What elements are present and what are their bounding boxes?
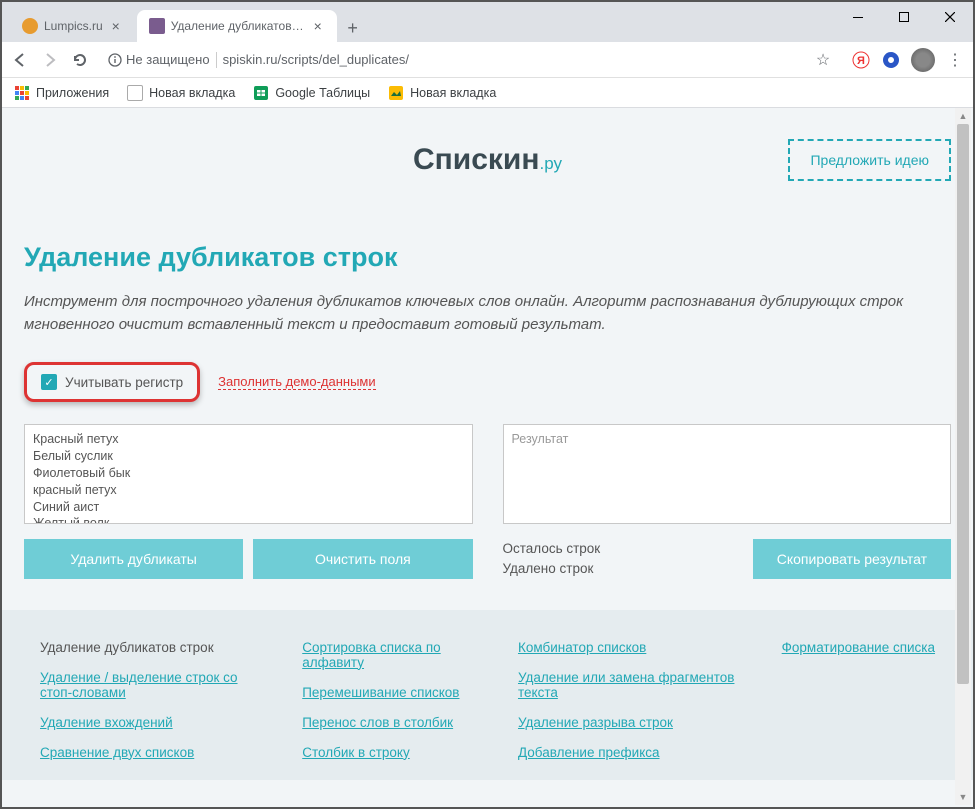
- footer-link[interactable]: Удаление / выделение строк со стоп-слова…: [40, 670, 272, 700]
- footer-link[interactable]: Удаление вхождений: [40, 715, 272, 730]
- page-description: Инструмент для построчного удаления дубл…: [24, 291, 951, 336]
- footer-link: Удаление дубликатов строк: [40, 640, 272, 655]
- scroll-up-icon[interactable]: ▲: [955, 108, 971, 124]
- bookmark-gsheets[interactable]: Google Таблицы: [253, 85, 370, 101]
- footer-link[interactable]: Столбик в строку: [302, 745, 488, 760]
- bookmark-label: Новая вкладка: [149, 86, 235, 100]
- browser-titlebar: Lumpics.ru × Удаление дубликатов строк -…: [2, 2, 973, 42]
- case-label: Учитывать регистр: [65, 375, 183, 390]
- footer-link[interactable]: Форматирование списка: [780, 640, 935, 655]
- browser-tab-1[interactable]: Lumpics.ru ×: [10, 10, 135, 42]
- lines-removed-label: Удалено строк: [503, 559, 601, 579]
- lines-remaining-label: Осталось строк: [503, 539, 601, 559]
- stats-block: Осталось строк Удалено строк: [503, 539, 601, 580]
- footer-link[interactable]: Удаление или замена фрагментов текста: [518, 670, 750, 700]
- new-tab-button[interactable]: +: [339, 14, 367, 42]
- io-row: Удалить дубликаты Очистить поля Осталось…: [24, 424, 951, 580]
- page-icon: [127, 85, 143, 101]
- extension-icon[interactable]: [881, 50, 901, 70]
- copy-result-button[interactable]: Скопировать результат: [753, 539, 951, 579]
- page-content: Спискин.ру Предложить идею Удаление дубл…: [2, 108, 973, 807]
- bookmark-label: Новая вкладка: [410, 86, 496, 100]
- footer-link[interactable]: Перемешивание списков: [302, 685, 488, 700]
- reload-button[interactable]: [70, 50, 90, 70]
- fill-demo-link[interactable]: Заполнить демо-данными: [218, 374, 375, 390]
- address-bar[interactable]: Не защищено spiskin.ru/scripts/del_dupli…: [100, 46, 841, 74]
- browser-tab-2[interactable]: Удаление дубликатов строк - у... ×: [137, 10, 337, 42]
- menu-icon[interactable]: ⋮: [945, 50, 965, 70]
- page-title: Удаление дубликатов строк: [24, 242, 951, 273]
- profile-avatar[interactable]: [911, 48, 935, 72]
- window-controls: [835, 2, 973, 32]
- close-icon[interactable]: ×: [311, 19, 325, 33]
- clear-fields-button[interactable]: Очистить поля: [253, 539, 472, 579]
- output-column: Осталось строк Удалено строк Скопировать…: [503, 424, 952, 580]
- footer-link[interactable]: Сортировка списка по алфавиту: [302, 640, 488, 670]
- logo-suffix: .ру: [540, 154, 563, 173]
- page-scrollbar[interactable]: ▲ ▼: [955, 108, 971, 805]
- close-window-button[interactable]: [927, 2, 973, 32]
- yandex-icon[interactable]: Я: [851, 50, 871, 70]
- bookmark-label: Приложения: [36, 86, 109, 100]
- bookmark-label: Google Таблицы: [275, 86, 370, 100]
- output-textarea[interactable]: [503, 424, 952, 524]
- case-checkbox[interactable]: ✓: [41, 374, 57, 390]
- input-textarea[interactable]: [24, 424, 473, 524]
- bookmark-newtab-1[interactable]: Новая вкладка: [127, 85, 235, 101]
- tab-favicon: [22, 18, 38, 34]
- scroll-thumb[interactable]: [957, 124, 969, 684]
- footer-links: Удаление дубликатов строк Удаление / выд…: [2, 610, 973, 780]
- separator: [216, 52, 217, 68]
- input-column: Удалить дубликаты Очистить поля: [24, 424, 473, 580]
- bookmarks-bar: Приложения Новая вкладка Google Таблицы …: [2, 78, 973, 108]
- image-icon: [388, 85, 404, 101]
- footer-link[interactable]: Удаление разрыва строк: [518, 715, 750, 730]
- suggest-idea-button[interactable]: Предложить идею: [788, 139, 951, 181]
- tab-title: Lumpics.ru: [44, 19, 103, 33]
- security-indicator[interactable]: Не защищено: [108, 52, 210, 67]
- star-icon[interactable]: ☆: [813, 50, 833, 70]
- apps-icon: [14, 85, 30, 101]
- footer-link[interactable]: Добавление префикса: [518, 745, 750, 760]
- bookmark-newtab-2[interactable]: Новая вкладка: [388, 85, 496, 101]
- case-sensitive-option: ✓ Учитывать регистр: [24, 362, 200, 402]
- footer-col-3: Комбинатор списков Удаление или замена ф…: [518, 640, 750, 760]
- maximize-button[interactable]: [881, 2, 927, 32]
- apps-button[interactable]: Приложения: [14, 85, 109, 101]
- footer-col-1: Удаление дубликатов строк Удаление / выд…: [40, 640, 272, 760]
- options-row: ✓ Учитывать регистр Заполнить демо-данны…: [24, 362, 951, 402]
- info-icon: [108, 53, 122, 67]
- footer-link[interactable]: Перенос слов в столбик: [302, 715, 488, 730]
- close-icon[interactable]: ×: [109, 19, 123, 33]
- sheets-icon: [253, 85, 269, 101]
- logo-text: Спискин: [413, 143, 540, 176]
- security-label: Не защищено: [126, 52, 210, 67]
- site-logo[interactable]: Спискин.ру: [413, 143, 562, 177]
- site-header: Спискин.ру Предложить идею: [24, 108, 951, 192]
- footer-link[interactable]: Сравнение двух списков: [40, 745, 272, 760]
- svg-text:Я: Я: [857, 55, 865, 67]
- minimize-button[interactable]: [835, 2, 881, 32]
- footer-col-4: Форматирование списка: [780, 640, 935, 760]
- tab-title: Удаление дубликатов строк - у...: [171, 19, 305, 33]
- browser-toolbar: Не защищено spiskin.ru/scripts/del_dupli…: [2, 42, 973, 78]
- tab-favicon: [149, 18, 165, 34]
- scroll-down-icon[interactable]: ▼: [955, 789, 971, 805]
- url-text: spiskin.ru/scripts/del_duplicates/: [223, 52, 409, 67]
- footer-col-2: Сортировка списка по алфавиту Перемешива…: [302, 640, 488, 760]
- footer-link[interactable]: Комбинатор списков: [518, 640, 750, 655]
- forward-button[interactable]: [40, 50, 60, 70]
- remove-duplicates-button[interactable]: Удалить дубликаты: [24, 539, 243, 579]
- back-button[interactable]: [10, 50, 30, 70]
